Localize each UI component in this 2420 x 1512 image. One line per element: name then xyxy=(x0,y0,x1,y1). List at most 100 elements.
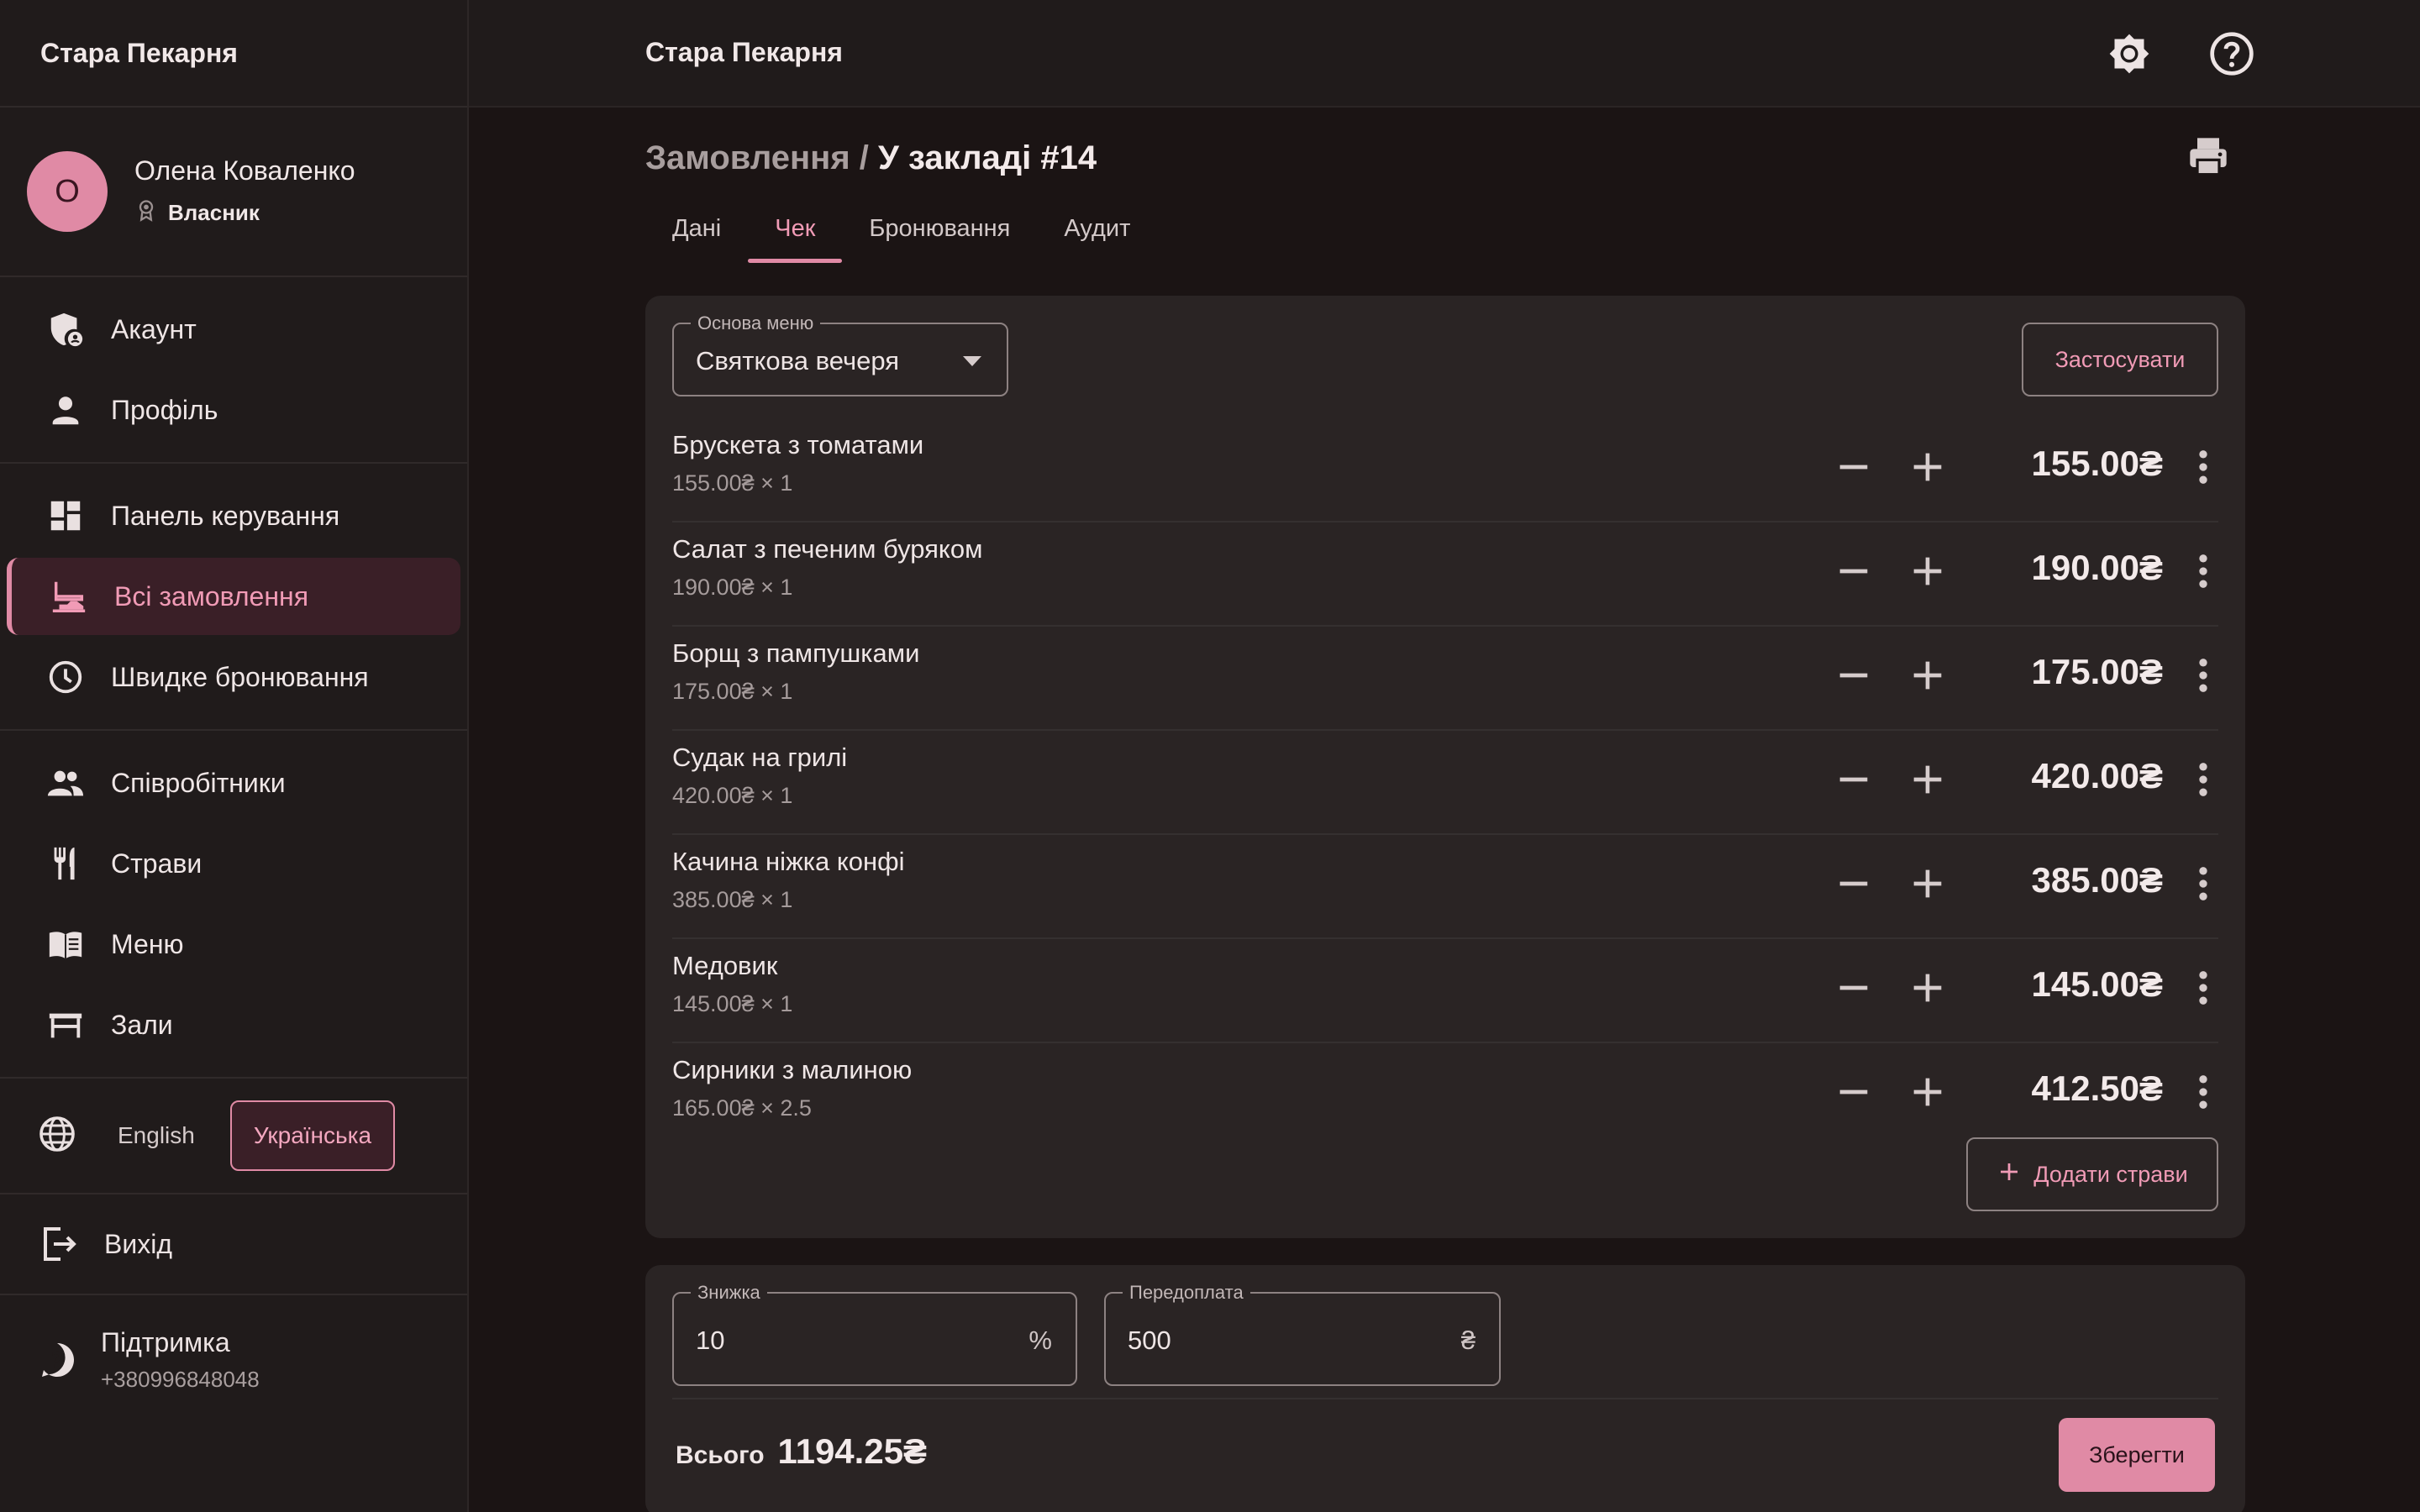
nav-group-account: Акаунт Профіль xyxy=(0,277,467,464)
support-icon: ? xyxy=(37,1340,77,1380)
prepayment-label: Передоплата xyxy=(1123,1282,1250,1304)
sidebar-item-label: Швидке бронювання xyxy=(111,661,369,692)
discount-field[interactable]: Знижка 10 % xyxy=(672,1282,1077,1386)
sidebar-item-label: Акаунт xyxy=(111,313,197,344)
decrease-quantity-icon[interactable] xyxy=(1830,964,1877,1011)
receipt-item-row: Борщ з пампушками 175.00₴ × 1 175.00₴ xyxy=(672,627,2218,731)
prepayment-value: 500 xyxy=(1128,1326,1171,1355)
nav-group-manage: Співробітники Страви Меню Зали xyxy=(0,731,467,1079)
item-total-price: 420.00₴ xyxy=(2031,756,2163,795)
decrease-quantity-icon[interactable] xyxy=(1830,652,1877,699)
decrease-quantity-icon[interactable] xyxy=(1830,444,1877,491)
sidebar-item-label: Співробітники xyxy=(111,767,286,798)
item-name: Брускета з томатами xyxy=(672,430,924,459)
total-value: 1194.25₴ xyxy=(777,1431,928,1471)
language-ukrainian-button[interactable]: Українська xyxy=(229,1100,396,1171)
more-options-icon[interactable] xyxy=(2180,756,2227,803)
increase-quantity-icon[interactable] xyxy=(1904,756,1951,803)
more-options-icon[interactable] xyxy=(2180,652,2227,699)
logout-icon xyxy=(39,1224,79,1264)
decrease-quantity-icon[interactable] xyxy=(1830,548,1877,595)
more-options-icon[interactable] xyxy=(2180,444,2227,491)
brightness-icon[interactable] xyxy=(2106,30,2153,77)
person-icon xyxy=(45,390,86,430)
sidebar-item-label: Страви xyxy=(111,848,203,879)
increase-quantity-icon[interactable] xyxy=(1904,444,1951,491)
sidebar-item-staff[interactable]: Співробітники xyxy=(7,744,460,822)
tab-data[interactable]: Дані xyxy=(645,210,748,263)
item-unit-price: 165.00₴ × 2.5 xyxy=(672,1095,812,1121)
receipt-item-row: Салат з печеним буряком 190.00₴ × 1 190.00… xyxy=(672,522,2218,627)
sidebar-item-halls[interactable]: Зали xyxy=(7,986,460,1063)
prepayment-field[interactable]: Передоплата 500 ₴ xyxy=(1104,1282,1501,1386)
decrease-quantity-icon[interactable] xyxy=(1830,860,1877,907)
item-total-price: 145.00₴ xyxy=(2031,964,2163,1004)
user-name: Олена Коваленко xyxy=(134,155,355,186)
more-options-icon[interactable] xyxy=(2180,964,2227,1011)
print-icon[interactable] xyxy=(2186,134,2230,178)
room-service-icon xyxy=(49,576,89,617)
item-total-price: 175.00₴ xyxy=(2031,652,2163,691)
item-unit-price: 190.00₴ × 1 xyxy=(672,575,793,600)
item-name: Судак на грилі xyxy=(672,743,848,772)
add-dishes-button[interactable]: Додати страви xyxy=(1966,1137,2218,1211)
breadcrumb-current: У закладі #14 xyxy=(878,139,1097,176)
save-button[interactable]: Зберегти xyxy=(2059,1418,2215,1492)
increase-quantity-icon[interactable] xyxy=(1904,1068,1951,1116)
clock-icon xyxy=(45,657,86,697)
receipt-item-row: Судак на грилі 420.00₴ × 1 420.00₴ xyxy=(672,731,2218,835)
increase-quantity-icon[interactable] xyxy=(1904,860,1951,907)
more-options-icon[interactable] xyxy=(2180,548,2227,595)
apply-button[interactable]: Застосувати xyxy=(2022,323,2218,396)
increase-quantity-icon[interactable] xyxy=(1904,652,1951,699)
sidebar-item-label: Панель керування xyxy=(111,500,340,531)
decrease-quantity-icon[interactable] xyxy=(1830,756,1877,803)
language-english-button[interactable]: English xyxy=(96,1102,217,1169)
sidebar-brand: Стара Пекарня xyxy=(0,0,467,108)
increase-quantity-icon[interactable] xyxy=(1904,548,1951,595)
sidebar-item-profile[interactable]: Профіль xyxy=(7,371,460,449)
sidebar-item-dashboard[interactable]: Панель керування xyxy=(7,477,460,554)
avatar[interactable]: О xyxy=(27,151,108,232)
tab-receipt[interactable]: Чек xyxy=(748,210,843,263)
sidebar-item-menu[interactable]: Меню xyxy=(7,906,460,983)
sidebar-item-quick-booking[interactable]: Швидке бронювання xyxy=(7,638,460,716)
item-unit-price: 385.00₴ × 1 xyxy=(672,887,793,912)
svg-text:?: ? xyxy=(50,1348,63,1373)
order-total: Всього 1194.25₴ xyxy=(676,1431,927,1472)
more-options-icon[interactable] xyxy=(2180,860,2227,907)
sidebar-item-account[interactable]: Акаунт xyxy=(7,291,460,368)
item-total-price: 385.00₴ xyxy=(2031,860,2163,900)
restaurant-icon xyxy=(45,843,86,884)
percent-suffix: % xyxy=(1028,1326,1052,1355)
currency-suffix: ₴ xyxy=(1460,1326,1476,1355)
menu-base-select[interactable]: Основа меню Святкова вечеря xyxy=(672,312,1008,396)
discount-value: 10 xyxy=(696,1326,725,1355)
logout-button[interactable]: Вихід xyxy=(0,1194,467,1295)
decrease-quantity-icon[interactable] xyxy=(1830,1068,1877,1116)
sidebar-item-dishes[interactable]: Страви xyxy=(7,825,460,902)
breadcrumb-parent[interactable]: Замовлення xyxy=(645,139,850,176)
header-title: Стара Пекарня xyxy=(645,37,843,67)
more-options-icon[interactable] xyxy=(2180,1068,2227,1116)
help-icon[interactable] xyxy=(2208,30,2255,77)
item-total-price: 190.00₴ xyxy=(2031,548,2163,587)
item-unit-price: 175.00₴ × 1 xyxy=(672,679,793,704)
plus-icon xyxy=(1996,1159,2022,1190)
menu-base-label: Основа меню xyxy=(691,312,821,334)
badge-icon xyxy=(134,198,158,228)
table-icon xyxy=(45,1005,86,1045)
shield-account-icon xyxy=(45,309,86,349)
dropdown-arrow-icon xyxy=(963,356,981,366)
sidebar-item-all-orders[interactable]: Всі замовлення xyxy=(7,558,460,635)
payment-card: Знижка 10 % Передоплата 500 ₴ Всього 119… xyxy=(645,1265,2245,1512)
user-role: Власник xyxy=(134,198,355,228)
tab-booking[interactable]: Бронювання xyxy=(842,210,1037,263)
receipt-item-row: Медовик 145.00₴ × 1 145.00₴ xyxy=(672,939,2218,1043)
support-contact[interactable]: ? Підтримка +380996848048 xyxy=(0,1295,467,1393)
increase-quantity-icon[interactable] xyxy=(1904,964,1951,1011)
total-label: Всього xyxy=(676,1441,765,1469)
tab-audit[interactable]: Аудит xyxy=(1037,210,1157,263)
receipt-item-row: Брускета з томатами 155.00₴ × 1 155.00₴ xyxy=(672,418,2218,522)
support-phone: +380996848048 xyxy=(101,1367,260,1392)
